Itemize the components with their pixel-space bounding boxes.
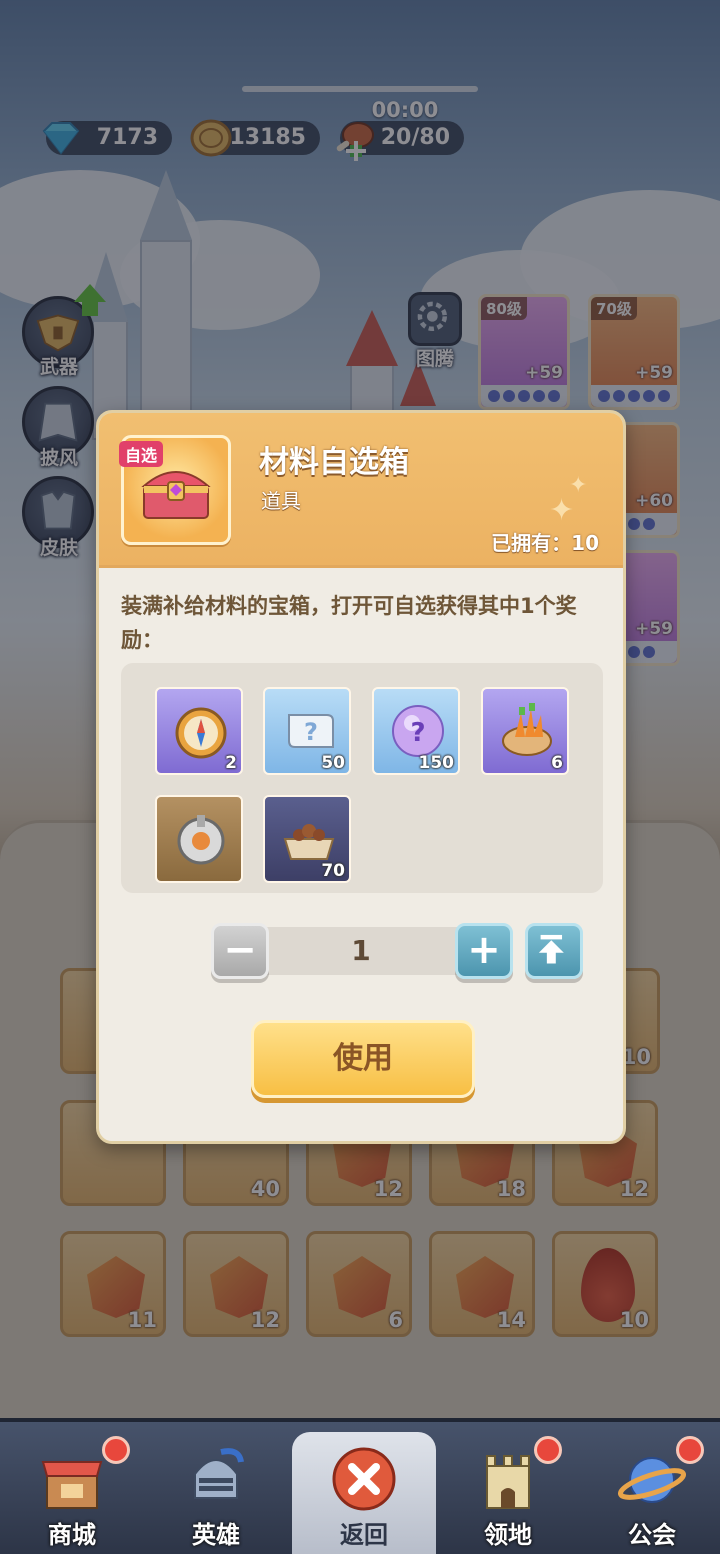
reward-option[interactable]: ? 150 bbox=[372, 687, 460, 775]
close-icon bbox=[332, 1447, 396, 1511]
pet-food-bowl-icon bbox=[283, 824, 335, 860]
reward-option[interactable]: 70 bbox=[263, 795, 351, 883]
max-button[interactable] bbox=[525, 923, 583, 979]
bottom-nav: 商城 英雄 返回 领地 公会 bbox=[0, 1418, 720, 1554]
gear-shard-icon bbox=[177, 815, 225, 865]
quantity-stepper: 1 − + bbox=[211, 923, 583, 979]
item-detail-dialog: ✦ ✦ 自选 材料自选箱 道具 已拥有：10 装满补给材料的宝箱，打开可自选获得… bbox=[96, 410, 626, 1144]
carrot-basket-icon bbox=[502, 703, 552, 756]
increase-button[interactable]: + bbox=[455, 923, 513, 979]
castle-icon bbox=[486, 1455, 530, 1509]
owned-count: 已拥有：10 bbox=[491, 531, 599, 555]
self-select-tag: 自选 bbox=[119, 441, 164, 467]
use-button[interactable]: 使用 bbox=[251, 1020, 475, 1098]
nav-back[interactable]: 返回 bbox=[292, 1432, 436, 1554]
knight-helmet-icon bbox=[194, 1448, 244, 1499]
quantity-value[interactable]: 1 bbox=[251, 929, 471, 973]
mystery-scroll-icon: ? bbox=[288, 714, 334, 748]
item-title: 材料自选箱 bbox=[259, 445, 409, 480]
treasure-chest-icon bbox=[141, 471, 211, 519]
item-category: 道具 bbox=[261, 489, 301, 513]
nav-heroes[interactable]: 英雄 bbox=[144, 1422, 288, 1554]
reward-option[interactable] bbox=[155, 795, 243, 883]
reward-option[interactable]: ? 50 bbox=[263, 687, 351, 775]
compass-icon bbox=[175, 707, 227, 759]
use-button-label: 使用 bbox=[333, 1041, 393, 1076]
item-description: 装满补给材料的宝箱，打开可自选获得其中1个奖励： bbox=[121, 594, 577, 652]
max-arrow-icon bbox=[538, 934, 564, 964]
reward-option[interactable]: 2 bbox=[155, 687, 243, 775]
svg-text:?: ? bbox=[410, 718, 425, 748]
dialog-header: ✦ ✦ 自选 材料自选箱 道具 已拥有：10 bbox=[99, 413, 623, 568]
reward-options: 2 ? 50 ? 150 6 70 bbox=[121, 663, 603, 893]
svg-text:?: ? bbox=[304, 718, 318, 746]
guild-badge bbox=[676, 1436, 704, 1464]
mystery-orb-icon: ? bbox=[392, 705, 444, 757]
minus-icon: − bbox=[223, 927, 257, 973]
reward-option[interactable]: 6 bbox=[481, 687, 569, 775]
decrease-button[interactable]: − bbox=[211, 923, 269, 979]
territory-badge bbox=[534, 1436, 562, 1464]
plus-icon: + bbox=[467, 927, 501, 973]
shop-badge bbox=[102, 1436, 130, 1464]
shop-icon bbox=[41, 1461, 103, 1509]
